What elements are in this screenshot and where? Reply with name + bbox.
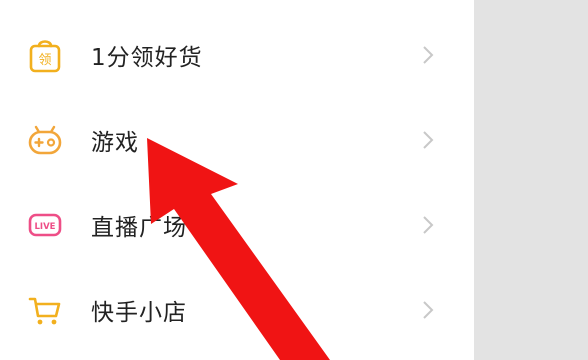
shopping-cart-icon [26, 291, 64, 329]
menu-item-label: 游戏 [91, 130, 139, 156]
menu-item-label: 直播广场 [91, 215, 187, 241]
menu-item-label: 1分领好货 [91, 45, 203, 71]
menu-item-games[interactable]: 游戏 [0, 98, 474, 182]
chevron-right-icon [423, 216, 434, 234]
svg-text:LIVE: LIVE [35, 222, 56, 232]
live-badge-icon: LIVE [26, 206, 64, 244]
menu-item-label: 快手小店 [91, 300, 187, 326]
chevron-right-icon [423, 46, 434, 64]
screen: 领 1分领好货 游戏 LIVE 直播广场 快手小店 [0, 0, 588, 360]
menu-item-deals[interactable]: 领 1分领好货 [0, 13, 474, 97]
svg-text:领: 领 [38, 53, 51, 68]
side-drawer: 领 1分领好货 游戏 LIVE 直播广场 快手小店 [0, 0, 474, 360]
drawer-scrim[interactable] [474, 0, 588, 360]
menu-item-kuaishou-shop[interactable]: 快手小店 [0, 268, 474, 352]
chevron-right-icon [423, 301, 434, 319]
shopping-bag-icon: 领 [26, 36, 64, 74]
menu-item-live-plaza[interactable]: LIVE 直播广场 [0, 183, 474, 267]
gamepad-icon [26, 121, 64, 159]
chevron-right-icon [423, 131, 434, 149]
